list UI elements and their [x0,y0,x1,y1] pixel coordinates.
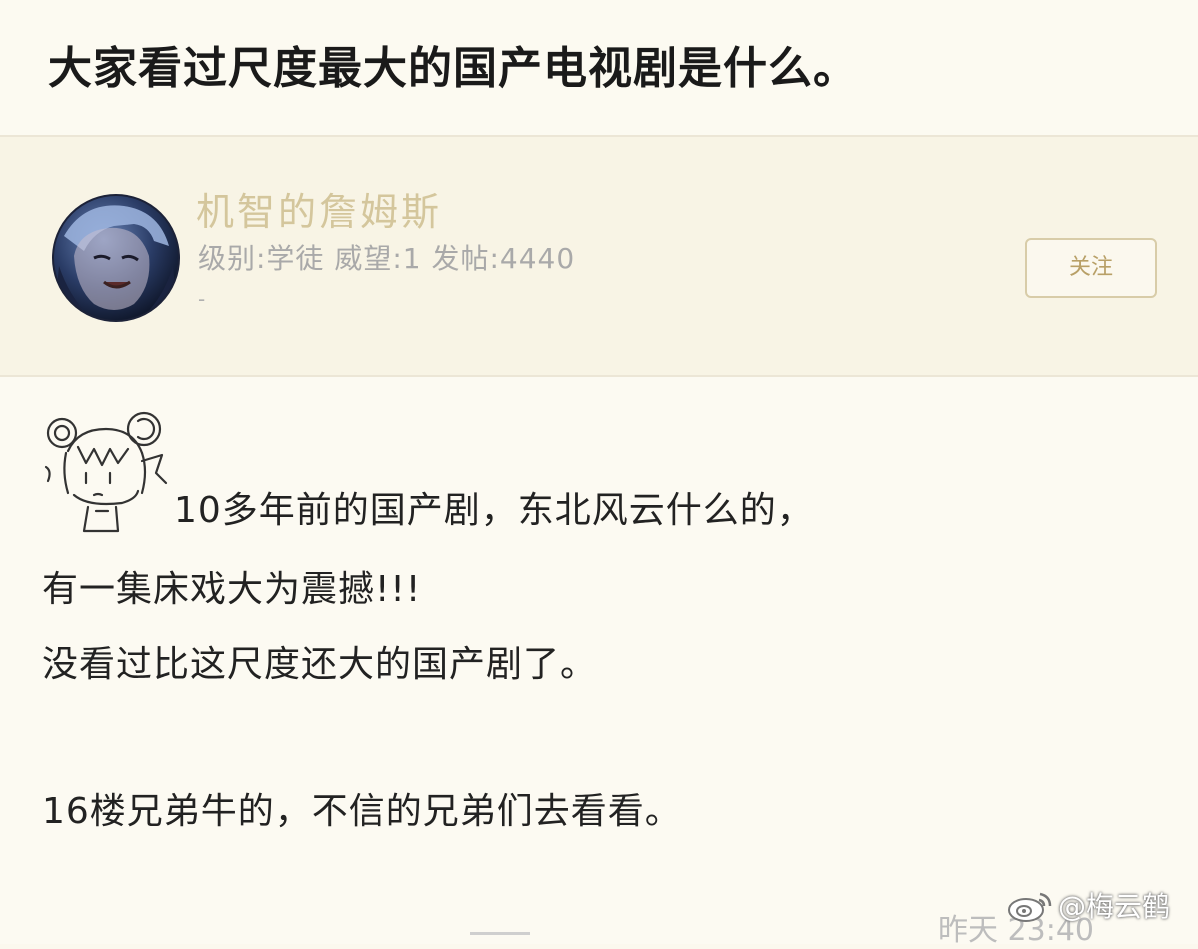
author-signature: - [198,287,206,311]
anime-girl-sticker-icon [44,411,168,533]
post-line-4: 16楼兄弟牛的，不信的兄弟们去看看。 [42,791,682,832]
post-content: 10多年前的国产剧，东北风云什么的， 有一集床戏大为震撼!!! 没看过比这尺度还… [0,377,1198,948]
post-line-2: 有一集床戏大为震撼!!! [42,569,422,610]
thread-title-bar: 大家看过尺度最大的国产电视剧是什么。 [0,0,1198,137]
divider [470,932,530,947]
author-stats: 级别:学徒 威望:1 发帖:4440 [198,242,576,275]
post-line-1: 10多年前的国产剧，东北风云什么的， [174,490,814,531]
weibo-icon [1008,892,1052,922]
avatar[interactable] [52,194,180,322]
thread-title: 大家看过尺度最大的国产电视剧是什么。 [48,43,858,94]
author-card: 机智的詹姆斯 级别:学徒 威望:1 发帖:4440 - 关注 [0,137,1198,377]
post-line-3: 没看过比这尺度还大的国产剧了。 [42,644,598,685]
anime-avatar-icon [54,205,178,320]
author-name[interactable]: 机智的詹姆斯 [196,181,442,236]
follow-button[interactable]: 关注 [1025,238,1157,298]
